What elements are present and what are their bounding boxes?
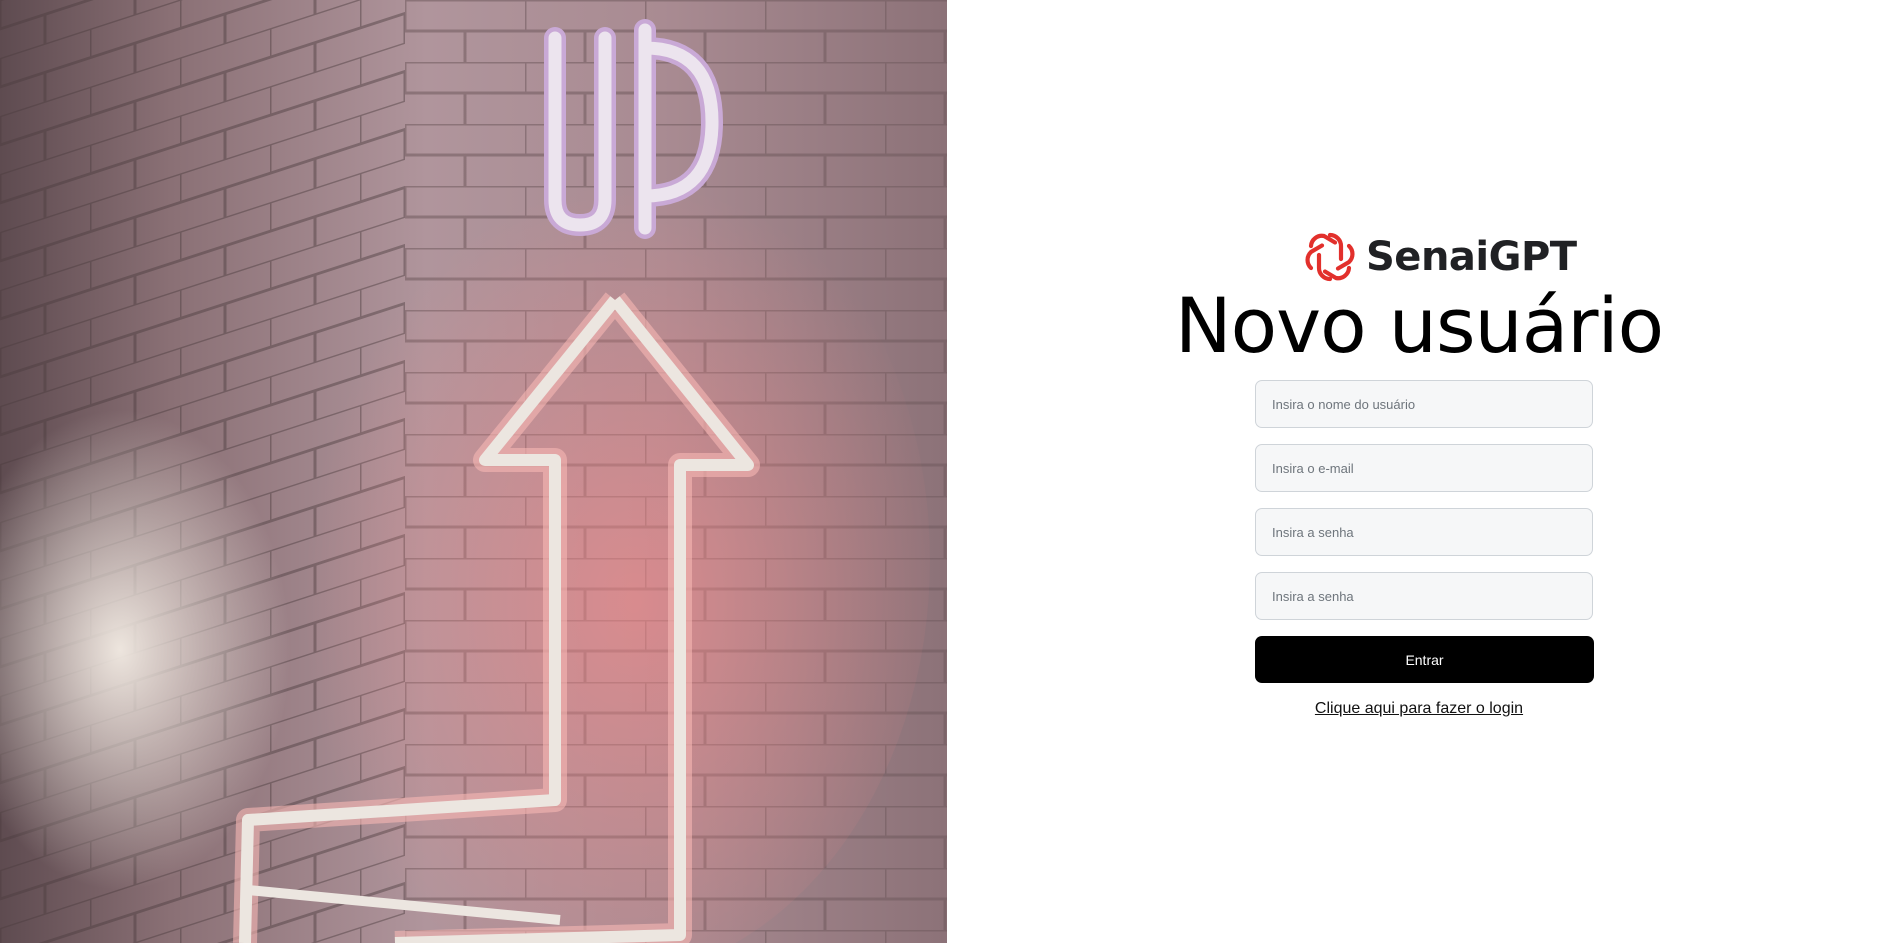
login-link[interactable]: Clique aqui para fazer o login (947, 700, 1891, 718)
signup-panel: SenaiGPT Novo usuário Entrar Clique aqui… (947, 0, 1891, 943)
username-input[interactable] (1255, 380, 1593, 428)
brand: SenaiGPT (1302, 229, 1577, 285)
brand-name: SenaiGPT (1366, 234, 1577, 280)
page-title: Novo usuário (1174, 281, 1664, 370)
password-confirm-input[interactable] (1255, 572, 1593, 620)
hero-image (0, 0, 947, 943)
submit-button[interactable]: Entrar (1255, 636, 1594, 683)
email-input[interactable] (1255, 444, 1593, 492)
openai-knot-icon (1305, 232, 1355, 282)
password-input[interactable] (1255, 508, 1593, 556)
neon-up-arrow-illustration (0, 0, 947, 943)
